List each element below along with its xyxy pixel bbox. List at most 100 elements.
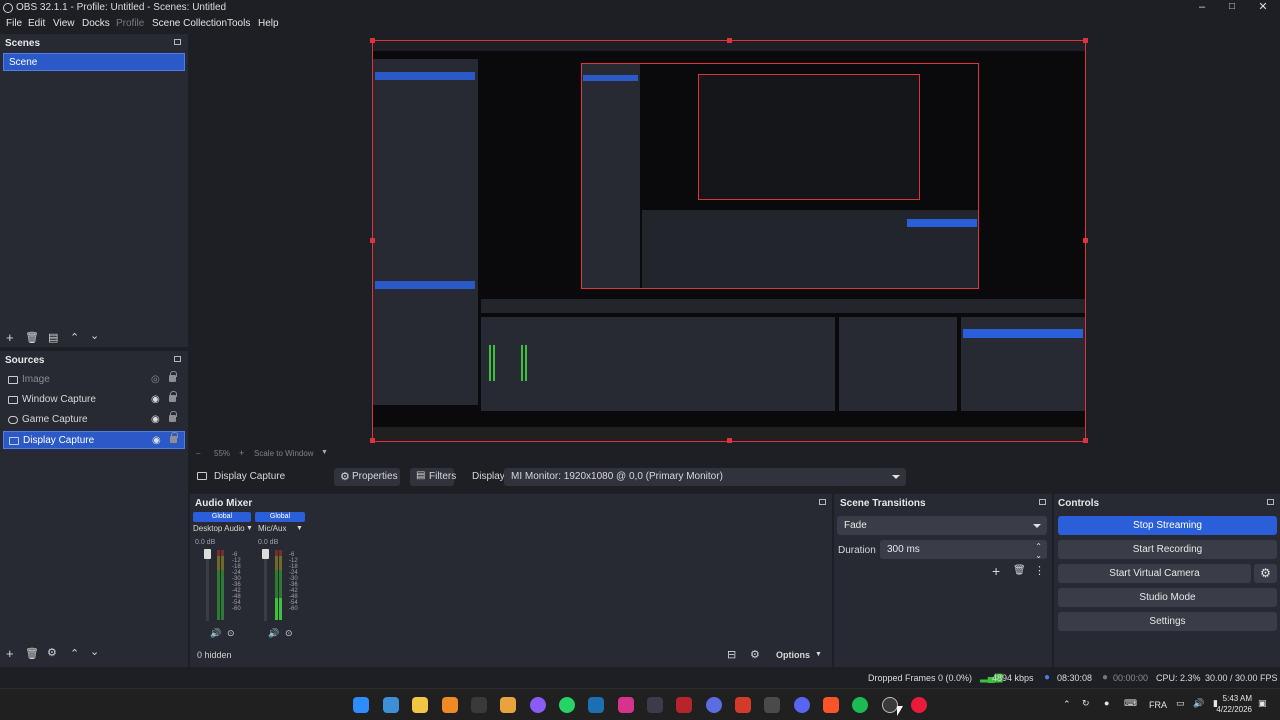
- trash-icon[interactable]: 🗑: [25, 649, 39, 660]
- messenger-icon[interactable]: [530, 697, 546, 713]
- taskbar-app-icon[interactable]: [706, 697, 722, 713]
- taskbar-app-icon[interactable]: [676, 697, 692, 713]
- layout-icon[interactable]: ⊟: [727, 648, 736, 661]
- volume-slider-handle[interactable]: [204, 549, 211, 559]
- speaker-icon[interactable]: 🔊: [210, 628, 221, 639]
- instagram-icon[interactable]: [618, 697, 634, 713]
- close-button[interactable]: ✕: [1248, 0, 1278, 16]
- display-select[interactable]: MI Monitor: 1920x1080 @ 0,0 (Primary Mon…: [504, 468, 906, 486]
- microphone-icon[interactable]: ●: [1104, 698, 1109, 708]
- taskbar-app-icon[interactable]: [764, 697, 780, 713]
- source-item-image[interactable]: Image ◎: [3, 371, 185, 389]
- scale-mode-select[interactable]: Scale to Window: [254, 449, 314, 458]
- vlc-icon[interactable]: [442, 697, 458, 713]
- volume-icon[interactable]: 🔊: [1193, 698, 1204, 709]
- source-item-window-capture[interactable]: Window Capture ◉: [3, 391, 185, 409]
- lock-icon[interactable]: [169, 411, 177, 422]
- trash-icon[interactable]: 🗑: [25, 333, 39, 344]
- stop-streaming-button[interactable]: Stop Streaming: [1058, 516, 1277, 535]
- maximize-button[interactable]: □: [1217, 0, 1247, 16]
- obs-taskbar-icon[interactable]: [882, 697, 898, 713]
- menu-help[interactable]: Help: [258, 18, 279, 29]
- undock-icon[interactable]: [1267, 499, 1274, 505]
- menu-edit[interactable]: Edit: [28, 18, 45, 29]
- source-item-game-capture[interactable]: Game Capture ◉: [3, 411, 185, 429]
- duration-spinbox[interactable]: 300 ms ⌃ ⌄: [880, 540, 1047, 560]
- undock-icon[interactable]: [819, 499, 826, 505]
- undock-icon[interactable]: [1039, 499, 1046, 505]
- windows-start-icon[interactable]: [353, 697, 369, 713]
- chevron-up-icon[interactable]: ⌃: [70, 649, 79, 660]
- start-recording-button[interactable]: Start Recording: [1058, 540, 1277, 559]
- chevron-up-icon[interactable]: ⌃: [70, 333, 79, 344]
- more-options-icon[interactable]: ⋮: [1034, 564, 1045, 577]
- taskbar-app-icon[interactable]: [735, 697, 751, 713]
- preview-canvas[interactable]: [370, 38, 1088, 443]
- chevron-down-icon[interactable]: ⌄: [1035, 546, 1042, 565]
- hidden-count[interactable]: 0 hidden: [197, 650, 232, 660]
- studio-mode-button[interactable]: Studio Mode: [1058, 588, 1277, 607]
- folder-icon[interactable]: [500, 697, 516, 713]
- eye-icon[interactable]: ◉: [151, 394, 160, 405]
- start-virtual-camera-button[interactable]: Start Virtual Camera: [1058, 564, 1251, 583]
- keyboard-icon[interactable]: ⌨: [1124, 698, 1137, 709]
- properties-button[interactable]: ⚙ Properties: [334, 468, 400, 486]
- filters-button[interactable]: ▤ Filters: [410, 468, 456, 486]
- menu-tools[interactable]: Tools: [227, 18, 250, 29]
- chevron-down-icon[interactable]: ⌄: [90, 331, 99, 342]
- speaker-icon[interactable]: 🔊: [268, 628, 279, 639]
- taskbar-app-icon[interactable]: [647, 697, 663, 713]
- settings-button[interactable]: Settings: [1058, 612, 1277, 631]
- minimize-button[interactable]: –: [1187, 0, 1217, 16]
- volume-slider[interactable]: [206, 559, 209, 621]
- chevron-down-icon[interactable]: ▼: [296, 525, 303, 532]
- eye-icon[interactable]: ◉: [152, 435, 161, 446]
- headphones-icon[interactable]: ⊙: [285, 628, 293, 639]
- volume-slider-handle[interactable]: [262, 549, 269, 559]
- chevron-down-icon[interactable]: ▼: [246, 525, 253, 532]
- menu-view[interactable]: View: [53, 18, 75, 29]
- discord-icon[interactable]: [794, 697, 810, 713]
- options-button[interactable]: Options: [776, 650, 810, 660]
- virtual-camera-settings-button[interactable]: ⚙: [1254, 564, 1277, 583]
- notification-icon[interactable]: ▣: [1258, 698, 1267, 709]
- steam-icon[interactable]: [588, 697, 604, 713]
- lock-icon[interactable]: [169, 391, 177, 402]
- lock-icon[interactable]: [170, 432, 178, 443]
- eye-icon[interactable]: ◉: [151, 414, 160, 425]
- undock-icon[interactable]: [174, 356, 181, 362]
- zoom-out-icon[interactable]: –: [196, 449, 200, 458]
- add-scene-icon[interactable]: +: [6, 331, 14, 344]
- eye-slash-icon[interactable]: ◎: [151, 374, 160, 385]
- chevron-up-icon[interactable]: ⌃: [1063, 699, 1071, 710]
- spotify-icon[interactable]: [852, 697, 868, 713]
- volume-slider[interactable]: [264, 559, 267, 621]
- file-explorer-icon[interactable]: [412, 697, 428, 713]
- headphones-icon[interactable]: ⊙: [227, 628, 235, 639]
- scene-item[interactable]: Scene: [3, 53, 185, 71]
- menu-file[interactable]: File: [6, 18, 22, 29]
- menu-docks[interactable]: Docks: [82, 18, 110, 29]
- chevron-down-icon[interactable]: ▼: [321, 449, 328, 456]
- source-item-display-capture[interactable]: Display Capture ◉: [3, 431, 185, 449]
- chevron-down-icon[interactable]: ⌄: [90, 647, 99, 658]
- chevron-down-icon[interactable]: ▼: [815, 651, 822, 658]
- brave-icon[interactable]: [823, 697, 839, 713]
- lock-icon[interactable]: [169, 371, 177, 382]
- language-indicator[interactable]: FRA: [1149, 700, 1167, 710]
- transition-select[interactable]: Fade: [837, 516, 1047, 535]
- taskbar-app-icon[interactable]: [471, 697, 487, 713]
- clock-time[interactable]: 5:43 AM: [1222, 694, 1252, 703]
- network-icon[interactable]: ▭: [1176, 698, 1185, 709]
- filter-icon[interactable]: ▤: [48, 333, 58, 344]
- add-transition-icon[interactable]: +: [992, 563, 1000, 579]
- taskbar-app-icon[interactable]: [383, 697, 399, 713]
- menu-scene-collection[interactable]: Scene Collection: [152, 18, 227, 29]
- gear-icon[interactable]: ⚙: [47, 648, 57, 659]
- clock-date[interactable]: 4/22/2026: [1210, 705, 1252, 714]
- zoom-in-icon[interactable]: +: [239, 448, 244, 458]
- add-source-icon[interactable]: +: [6, 647, 14, 660]
- taskbar-app-icon[interactable]: [911, 697, 927, 713]
- whatsapp-icon[interactable]: [559, 697, 575, 713]
- trash-icon[interactable]: 🗑: [1013, 565, 1026, 576]
